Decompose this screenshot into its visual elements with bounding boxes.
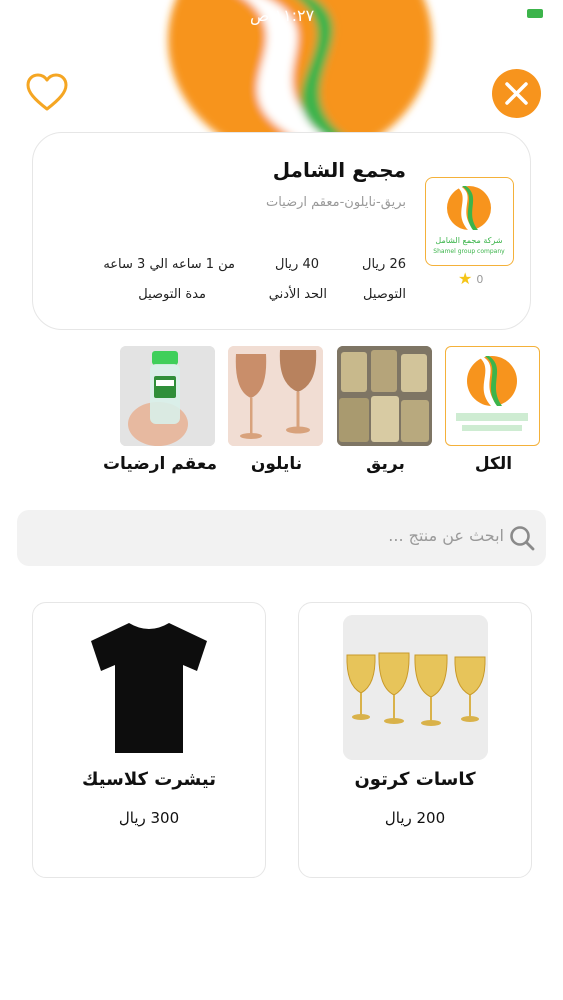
product-price: 300 ريال bbox=[118, 809, 180, 827]
heart-icon bbox=[26, 73, 68, 111]
battery-icon bbox=[527, 9, 543, 18]
close-icon bbox=[505, 82, 528, 105]
category-sanitizer[interactable]: معقم ارضيات bbox=[103, 346, 217, 474]
sanitizer-bottle-icon bbox=[120, 346, 215, 446]
category-label: معقم ارضيات bbox=[102, 454, 217, 474]
gold-glasses-image bbox=[343, 615, 488, 760]
store-categories-text: بريق-نايلون-معقم ارضيات bbox=[265, 195, 406, 210]
product-card[interactable]: تيشرت كلاسيك 300 ريال bbox=[32, 602, 266, 878]
search-input[interactable]: ابحث عن منتج ... bbox=[17, 510, 546, 566]
category-label: بريق bbox=[366, 454, 405, 474]
store-logo: شركة مجمع الشامل Shamel group company bbox=[425, 177, 514, 266]
store-info-card: مجمع الشامل بريق-نايلون-معقم ارضيات شركة… bbox=[32, 132, 531, 330]
store-logo-icon bbox=[445, 346, 540, 446]
category-bareeq[interactable]: بريق bbox=[337, 346, 434, 474]
category-label: الكل bbox=[474, 454, 513, 474]
delivery-fee-value: 26 ريال bbox=[362, 257, 406, 272]
product-card[interactable]: كاسات كرتون 200 ريال bbox=[298, 602, 532, 878]
close-button[interactable] bbox=[492, 69, 541, 118]
delivery-time-value: من 1 ساعه الي 3 ساعه bbox=[103, 257, 235, 272]
min-order-value: 40 ريال bbox=[275, 257, 319, 272]
black-tshirt-image bbox=[77, 615, 222, 760]
status-time: ١١:٢٧ ص bbox=[250, 6, 315, 25]
min-order-label: الحد الأدني bbox=[268, 287, 327, 302]
category-nylon[interactable]: نايلون bbox=[228, 346, 325, 474]
svg-text:شركة مجمع الشامل: شركة مجمع الشامل bbox=[435, 236, 503, 245]
nylon-glasses-icon bbox=[228, 346, 323, 446]
search-icon bbox=[510, 526, 535, 551]
search-placeholder: ابحث عن منتج ... bbox=[388, 526, 504, 545]
delivery-time-label: مدة التوصيل bbox=[138, 287, 206, 302]
rating-count: 0 bbox=[476, 272, 484, 286]
star-icon: ★ bbox=[458, 269, 473, 288]
delivery-fee-label: التوصيل bbox=[362, 287, 406, 302]
product-name: تيشرت كلاسيك bbox=[82, 769, 216, 790]
svg-text:Shamel group company: Shamel group company bbox=[433, 248, 505, 255]
glitter-products-icon bbox=[337, 346, 432, 446]
category-all[interactable]: الكل bbox=[445, 346, 542, 474]
favorite-button[interactable] bbox=[24, 70, 70, 116]
product-price: 200 ريال bbox=[384, 809, 446, 827]
product-name: كاسات كرتون bbox=[354, 769, 476, 790]
store-rating: ★ 0 bbox=[458, 271, 483, 287]
category-label: نايلون bbox=[250, 454, 303, 474]
store-name: مجمع الشامل bbox=[272, 158, 406, 182]
